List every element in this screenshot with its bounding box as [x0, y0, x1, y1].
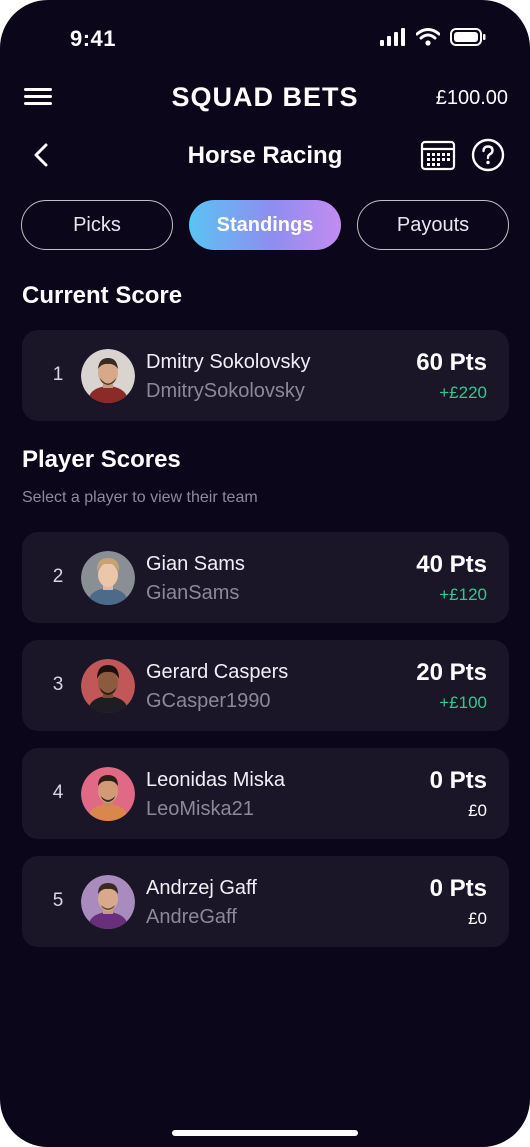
player-payout: +£120 [439, 585, 487, 604]
player-payout: +£220 [439, 383, 487, 402]
player-points: 0 Pts [429, 767, 487, 794]
player-scores-subtitle: Select a player to view their team [22, 489, 258, 506]
rank: 2 [52, 566, 64, 587]
status-time: 9:41 [70, 26, 117, 51]
signal-icon [380, 28, 405, 46]
player-payout: +£100 [439, 693, 487, 712]
avatar [81, 767, 135, 821]
player-username: GCasper1990 [146, 690, 271, 712]
player-points: 0 Pts [429, 875, 487, 902]
player-points: 60 Pts [416, 349, 487, 376]
help-icon[interactable] [471, 138, 505, 172]
rank: 1 [52, 364, 64, 385]
page-header: Horse Racing [0, 136, 530, 176]
avatar [81, 551, 135, 605]
tab-picks[interactable]: Picks [21, 200, 173, 250]
rank: 4 [52, 782, 64, 803]
player-username: GianSams [146, 582, 240, 604]
player-card[interactable]: 3 Gerard Caspers GCasper1990 20 Pts +£10… [22, 640, 509, 731]
battery-icon [450, 28, 486, 46]
tab-payouts[interactable]: Payouts [357, 200, 509, 250]
player-points: 20 Pts [416, 659, 487, 686]
balance: £100.00 [435, 87, 508, 109]
tab-bar: Picks Standings Payouts [21, 200, 509, 252]
player-scores-heading: Player Scores [22, 446, 181, 473]
player-username: LeoMiska21 [146, 798, 254, 820]
current-score-card[interactable]: 1 Dmitry Sokolovsky DmitrySokolovsky 60 … [22, 330, 509, 421]
calendar-icon[interactable] [420, 138, 456, 172]
player-payout: £0 [468, 801, 487, 820]
app-header: SQUAD BETS £100.00 [0, 78, 530, 122]
status-bar: 9:41 [0, 0, 530, 70]
avatar [81, 659, 135, 713]
tab-standings[interactable]: Standings [189, 200, 341, 250]
player-name: Gerard Caspers [146, 661, 289, 683]
player-username: DmitrySokolovsky [146, 380, 305, 402]
avatar [81, 349, 135, 403]
player-username: AndreGaff [146, 906, 237, 928]
status-icons [380, 28, 486, 46]
player-card[interactable]: 5 Andrzej Gaff AndreGaff 0 Pts £0 [22, 856, 509, 947]
player-name: Leonidas Miska [146, 769, 285, 791]
current-score-heading: Current Score [22, 282, 183, 309]
player-name: Gian Sams [146, 553, 245, 575]
home-indicator[interactable] [172, 1130, 358, 1136]
phone-screen: 9:41 SQUAD BETS £100.00 Horse Racing Pic… [0, 0, 530, 1147]
player-points: 40 Pts [416, 551, 487, 578]
rank: 5 [52, 890, 64, 911]
player-card[interactable]: 2 Gian Sams GianSams 40 Pts +£120 [22, 532, 509, 623]
rank: 3 [52, 674, 64, 695]
wifi-icon [416, 28, 440, 46]
player-payout: £0 [468, 909, 487, 928]
player-name: Dmitry Sokolovsky [146, 351, 311, 373]
player-card[interactable]: 4 Leonidas Miska LeoMiska21 0 Pts £0 [22, 748, 509, 839]
avatar [81, 875, 135, 929]
player-name: Andrzej Gaff [146, 877, 257, 899]
